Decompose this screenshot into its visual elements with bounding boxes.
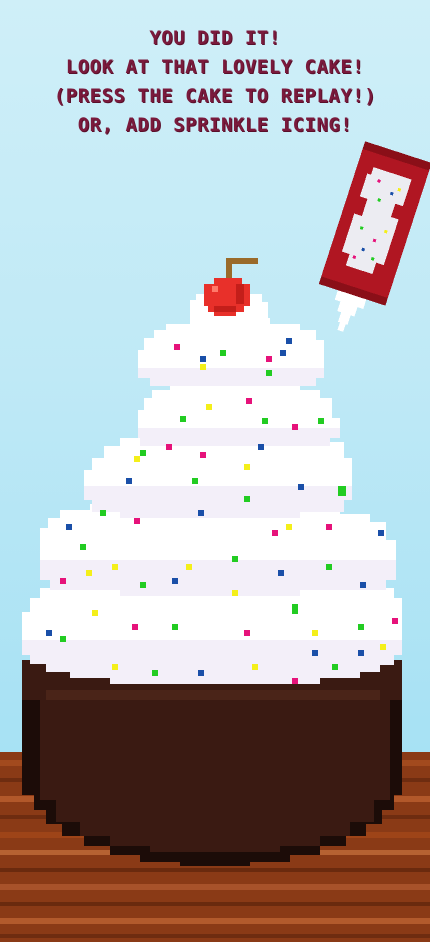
game-screen: You did it! Look at that lovely cake! (p… [0, 0, 430, 942]
cake-icon[interactable] [22, 258, 402, 866]
message-success: You did it! [149, 27, 281, 49]
message-sprinkle-hint: Or, add sprinkle icing! [77, 114, 353, 136]
cake-scene [0, 141, 430, 942]
message-panel: You did it! Look at that lovely cake! (p… [0, 24, 430, 140]
sprinkle-icing-tube-icon[interactable] [307, 141, 430, 341]
cake-base [22, 660, 402, 866]
message-cake-praise: Look at that lovely cake! [65, 56, 365, 78]
message-replay-hint: (press the cake to replay!) [53, 85, 377, 107]
